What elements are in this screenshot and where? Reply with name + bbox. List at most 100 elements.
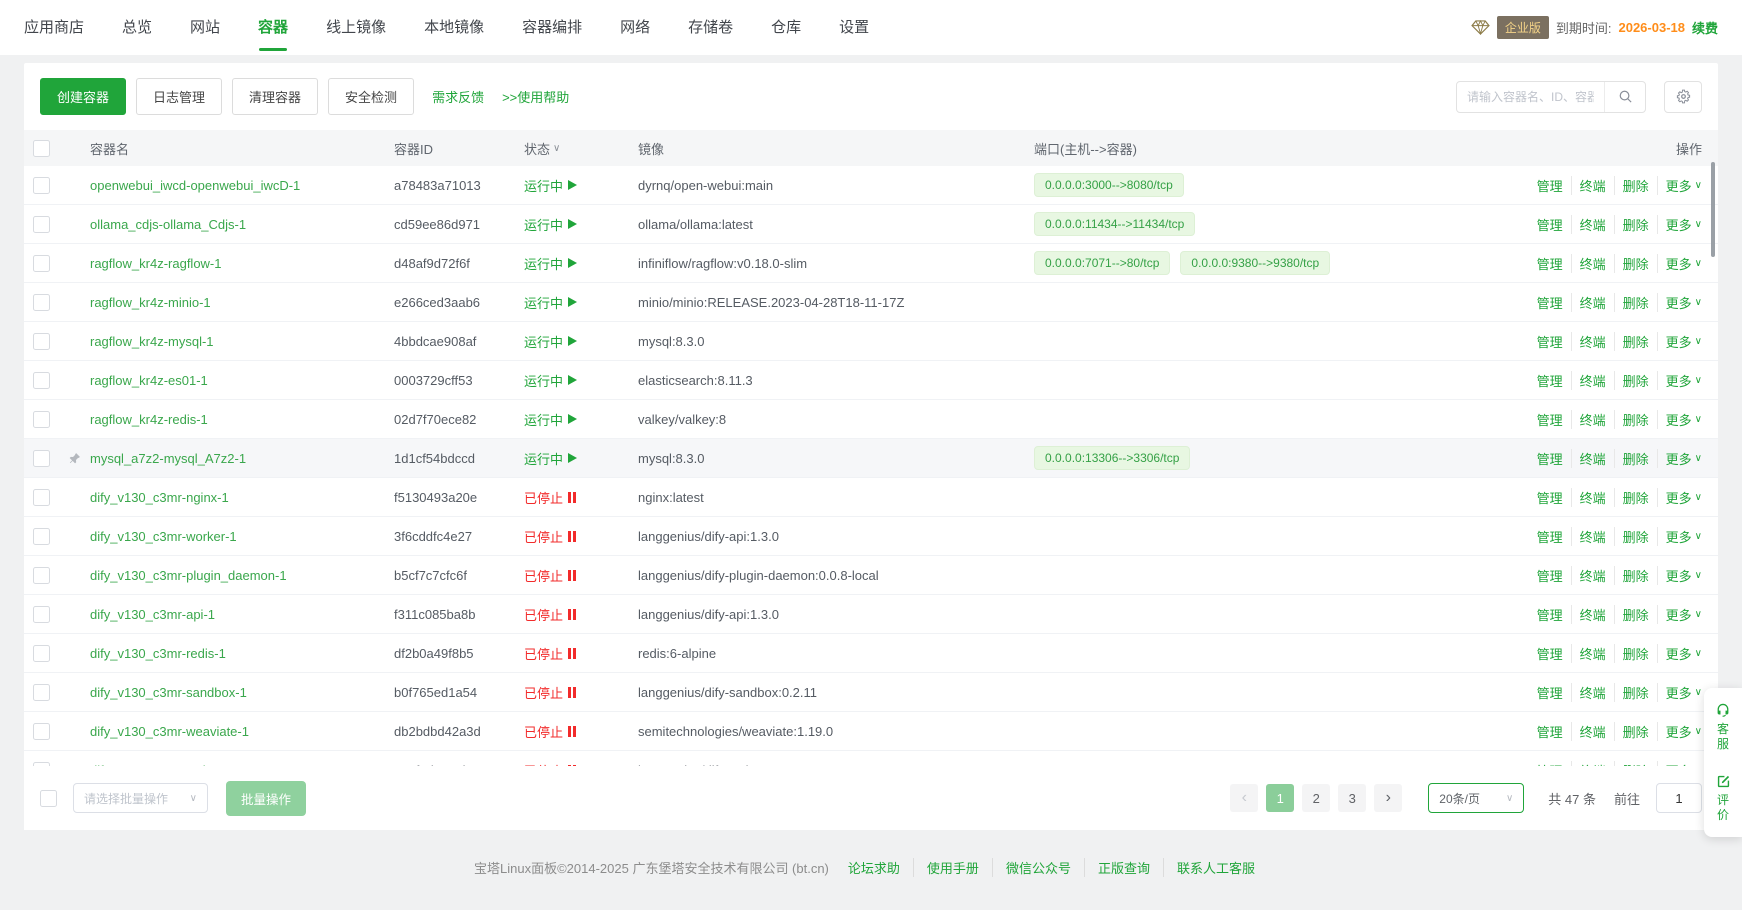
row-checkbox[interactable] [33, 255, 50, 272]
delete-link[interactable]: 删除 [1614, 449, 1657, 468]
container-name-link[interactable]: dify_v130_c3mr-api-1 [90, 607, 215, 622]
delete-link[interactable]: 删除 [1614, 410, 1657, 429]
more-link[interactable]: 更多 ∨ [1657, 605, 1702, 624]
search-input[interactable] [1457, 90, 1604, 104]
batch-select-all-checkbox[interactable] [40, 790, 57, 807]
manage-link[interactable]: 管理 [1537, 293, 1571, 312]
row-checkbox[interactable] [33, 645, 50, 662]
container-name-link[interactable]: ragflow_kr4z-es01-1 [90, 373, 208, 388]
manage-link[interactable]: 管理 [1537, 332, 1571, 351]
page-size-select[interactable]: 20条/页 ∨ [1428, 783, 1524, 813]
row-checkbox[interactable] [33, 684, 50, 701]
select-all-checkbox[interactable] [33, 140, 50, 157]
more-link[interactable]: 更多 ∨ [1657, 722, 1702, 741]
more-link[interactable]: 更多 ∨ [1657, 410, 1702, 429]
batch-operation-button[interactable]: 批量操作 [226, 781, 306, 816]
container-name-link[interactable]: dify_v130_c3mr-nginx-1 [90, 490, 229, 505]
delete-link[interactable]: 删除 [1614, 254, 1657, 273]
footer-link[interactable]: 论坛求助 [835, 858, 913, 877]
terminal-link[interactable]: 终端 [1571, 488, 1614, 507]
nav-tab[interactable]: 总览 [122, 0, 152, 55]
footer-link[interactable]: 微信公众号 [992, 858, 1084, 877]
more-link[interactable]: 更多 ∨ [1657, 293, 1702, 312]
delete-link[interactable]: 删除 [1614, 566, 1657, 585]
manage-link[interactable]: 管理 [1537, 215, 1571, 234]
row-checkbox[interactable] [33, 489, 50, 506]
terminal-link[interactable]: 终端 [1571, 332, 1614, 351]
terminal-link[interactable]: 终端 [1571, 176, 1614, 195]
terminal-link[interactable]: 终端 [1571, 605, 1614, 624]
container-name-link[interactable]: dify_v130_c3mr-plugin_daemon-1 [90, 568, 287, 583]
terminal-link[interactable]: 终端 [1571, 371, 1614, 390]
security-check-button[interactable]: 安全检测 [328, 78, 414, 115]
manage-link[interactable]: 管理 [1537, 488, 1571, 507]
more-link[interactable]: 更多 ∨ [1657, 449, 1702, 468]
delete-link[interactable]: 删除 [1614, 371, 1657, 390]
help-link[interactable]: >>使用帮助 [502, 87, 569, 106]
nav-tab[interactable]: 设置 [839, 0, 869, 55]
more-link[interactable]: 更多 ∨ [1657, 176, 1702, 195]
feedback-link[interactable]: 需求反馈 [432, 87, 484, 106]
more-link[interactable]: 更多 ∨ [1657, 566, 1702, 585]
delete-link[interactable]: 删除 [1614, 605, 1657, 624]
nav-tab[interactable]: 容器 [258, 0, 288, 55]
row-checkbox[interactable] [33, 606, 50, 623]
manage-link[interactable]: 管理 [1537, 605, 1571, 624]
status-filter-chevron-icon[interactable]: ∨ [553, 143, 560, 154]
terminal-link[interactable]: 终端 [1571, 449, 1614, 468]
delete-link[interactable]: 删除 [1614, 488, 1657, 507]
manage-link[interactable]: 管理 [1537, 527, 1571, 546]
row-checkbox[interactable] [33, 294, 50, 311]
manage-link[interactable]: 管理 [1537, 722, 1571, 741]
container-name-link[interactable]: ragflow_kr4z-minio-1 [90, 295, 211, 310]
manage-link[interactable]: 管理 [1537, 566, 1571, 585]
more-link[interactable]: 更多 ∨ [1657, 683, 1702, 702]
terminal-link[interactable]: 终端 [1571, 527, 1614, 546]
nav-tab[interactable]: 容器编排 [522, 0, 582, 55]
manage-link[interactable]: 管理 [1537, 371, 1571, 390]
gear-icon[interactable] [1664, 81, 1702, 113]
create-container-button[interactable]: 创建容器 [40, 78, 126, 115]
delete-link[interactable]: 删除 [1614, 722, 1657, 741]
container-name-link[interactable]: ragflow_kr4z-mysql-1 [90, 334, 214, 349]
page-number[interactable]: 2 [1302, 784, 1330, 812]
nav-tab[interactable]: 网站 [190, 0, 220, 55]
container-name-link[interactable]: dify_v130_c3mr-weaviate-1 [90, 724, 249, 739]
more-link[interactable]: 更多 ∨ [1657, 644, 1702, 663]
delete-link[interactable]: 删除 [1614, 683, 1657, 702]
more-link[interactable]: 更多 ∨ [1657, 488, 1702, 507]
manage-link[interactable]: 管理 [1537, 449, 1571, 468]
row-checkbox[interactable] [33, 216, 50, 233]
row-checkbox[interactable] [33, 450, 50, 467]
footer-link[interactable]: 正版查询 [1084, 858, 1163, 877]
goto-page-input[interactable] [1656, 783, 1702, 813]
footer-link[interactable]: 联系人工客服 [1163, 858, 1268, 877]
footer-link[interactable]: 使用手册 [913, 858, 992, 877]
nav-tab[interactable]: 本地镜像 [424, 0, 484, 55]
more-link[interactable]: 更多 ∨ [1657, 215, 1702, 234]
table-scrollbar[interactable] [1711, 162, 1715, 257]
manage-link[interactable]: 管理 [1537, 176, 1571, 195]
prev-page-button[interactable]: ‹ [1230, 784, 1258, 812]
more-link[interactable]: 更多 ∨ [1657, 371, 1702, 390]
container-name-link[interactable]: mysql_a7z2-mysql_A7z2-1 [90, 451, 246, 466]
more-link[interactable]: 更多 ∨ [1657, 527, 1702, 546]
terminal-link[interactable]: 终端 [1571, 683, 1614, 702]
more-link[interactable]: 更多 ∨ [1657, 254, 1702, 273]
terminal-link[interactable]: 终端 [1571, 566, 1614, 585]
terminal-link[interactable]: 终端 [1571, 410, 1614, 429]
container-name-link[interactable]: ollama_cdjs-ollama_Cdjs-1 [90, 217, 246, 232]
delete-link[interactable]: 删除 [1614, 644, 1657, 663]
manage-link[interactable]: 管理 [1537, 410, 1571, 429]
manage-link[interactable]: 管理 [1537, 254, 1571, 273]
customer-service-button[interactable]: 客服 [1715, 702, 1731, 752]
batch-operation-select[interactable]: 请选择批量操作 ∨ [73, 783, 208, 813]
more-link[interactable]: 更多 ∨ [1657, 332, 1702, 351]
clean-container-button[interactable]: 清理容器 [232, 78, 318, 115]
container-name-link[interactable]: ragflow_kr4z-redis-1 [90, 412, 208, 427]
next-page-button[interactable]: › [1374, 784, 1402, 812]
nav-tab[interactable]: 存储卷 [688, 0, 733, 55]
page-number[interactable]: 3 [1338, 784, 1366, 812]
search-icon[interactable] [1604, 82, 1645, 112]
row-checkbox[interactable] [33, 177, 50, 194]
